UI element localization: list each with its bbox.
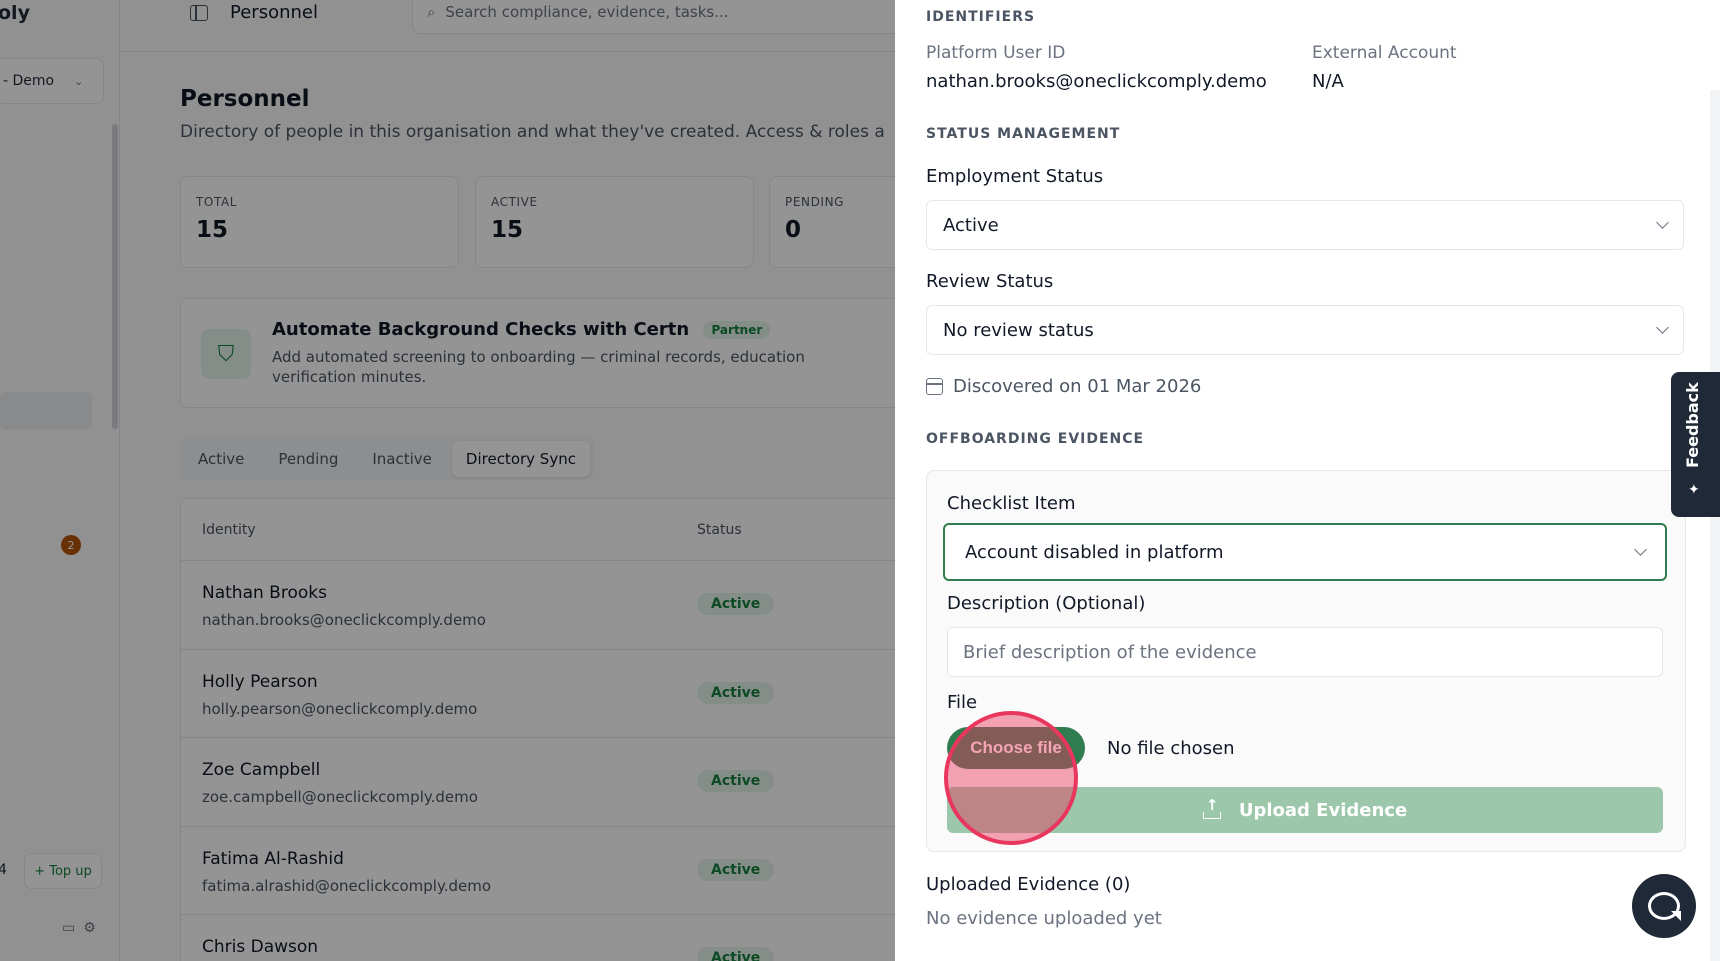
discovered-date-text: Discovered on 01 Mar 2026 — [953, 376, 1202, 397]
platform-user-id-label: Platform User ID — [926, 43, 1066, 63]
description-input[interactable] — [947, 627, 1663, 677]
upload-icon — [1202, 796, 1221, 819]
external-account-value: N/A — [1312, 71, 1344, 92]
checklist-item-value: Account disabled in platform — [965, 541, 1224, 563]
click-indicator — [944, 711, 1078, 845]
description-label: Description (Optional) — [947, 593, 1146, 614]
file-label: File — [947, 692, 978, 713]
modal-backdrop[interactable] — [0, 0, 895, 961]
drawer-scrollbar[interactable] — [1710, 90, 1720, 961]
calendar-icon — [926, 378, 943, 395]
employment-status-label: Employment Status — [926, 166, 1104, 187]
discovered-date: Discovered on 01 Mar 2026 — [926, 376, 1201, 397]
uploaded-evidence-label: Uploaded Evidence (0) — [926, 874, 1131, 895]
no-file-chosen-text: No file chosen — [1107, 738, 1235, 759]
employment-status-select[interactable]: Active — [926, 200, 1684, 250]
identifiers-heading: IDENTIFIERS — [926, 9, 1036, 25]
upload-evidence-label: Upload Evidence — [1238, 799, 1408, 821]
employment-status-value: Active — [943, 214, 999, 236]
uploaded-evidence-empty: No evidence uploaded yet — [926, 908, 1162, 929]
review-status-select[interactable]: No review status — [926, 305, 1684, 355]
review-status-label: Review Status — [926, 271, 1054, 292]
chevron-down-icon — [1656, 321, 1669, 334]
status-management-heading: STATUS MANAGEMENT — [926, 126, 1121, 142]
chat-bubble-icon — [1648, 892, 1680, 920]
platform-user-id-value: nathan.brooks@oneclickcomply.demo — [926, 71, 1267, 92]
checklist-item-select[interactable]: Account disabled in platform — [943, 523, 1667, 581]
feedback-tab[interactable]: Feedback ✦ — [1671, 372, 1720, 517]
chat-launcher-button[interactable] — [1632, 874, 1696, 938]
chevron-down-icon — [1634, 543, 1647, 556]
checklist-item-label: Checklist Item — [947, 493, 1076, 514]
offboarding-evidence-heading: OFFBOARDING EVIDENCE — [926, 431, 1145, 447]
chevron-down-icon — [1656, 216, 1669, 229]
feedback-label: Feedback — [1683, 382, 1702, 468]
sparkle-icon: ✦ — [1688, 482, 1700, 498]
review-status-value: No review status — [943, 319, 1094, 341]
external-account-label: External Account — [1312, 43, 1457, 63]
